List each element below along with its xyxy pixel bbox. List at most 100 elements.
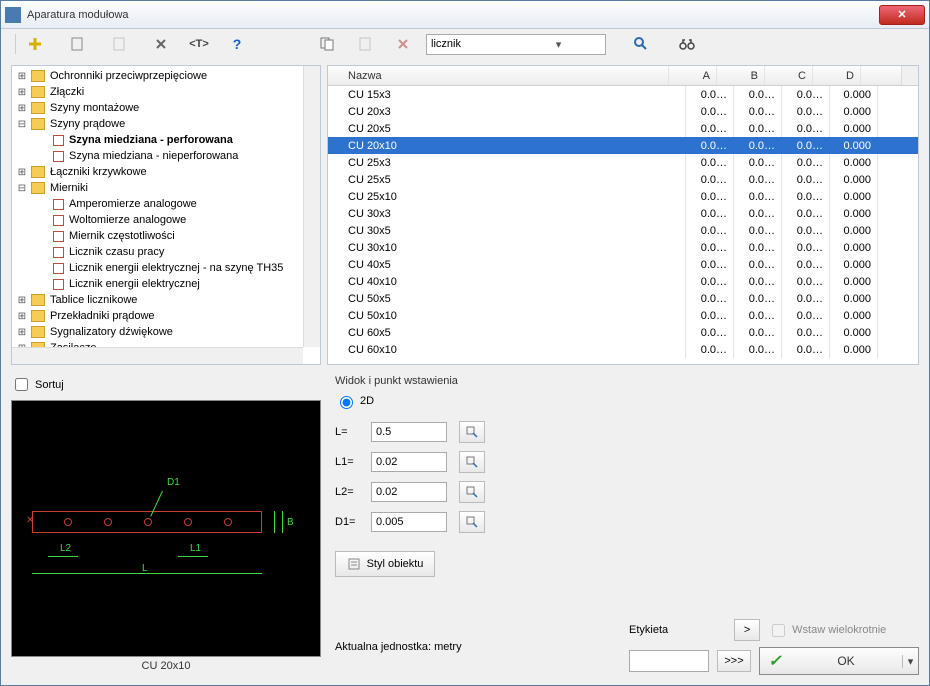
tree-item[interactable]: Woltomierze analogowe xyxy=(12,212,320,228)
tree-scroll-v[interactable] xyxy=(303,66,320,347)
sort-checkbox[interactable] xyxy=(15,378,28,391)
ok-button[interactable]: ✓ OK ▾ xyxy=(759,647,919,675)
add-icon[interactable] xyxy=(24,33,46,55)
tools-icon[interactable] xyxy=(150,33,172,55)
text-icon[interactable]: <T> xyxy=(188,33,210,55)
tree-scroll-h[interactable] xyxy=(12,347,303,364)
tree-item[interactable]: ⊞Złączki xyxy=(12,84,320,100)
table-row[interactable]: CU 30x100.0…0.0…0.0…0.000 xyxy=(328,239,918,256)
col-d[interactable]: D xyxy=(813,66,861,85)
col-c[interactable]: C xyxy=(765,66,813,85)
col-b[interactable]: B xyxy=(717,66,765,85)
param-L1-input[interactable] xyxy=(371,452,447,472)
table-row[interactable]: CU 40x100.0…0.0…0.0…0.000 xyxy=(328,273,918,290)
doc2-icon[interactable] xyxy=(108,33,130,55)
col-a[interactable]: A xyxy=(669,66,717,85)
close-button[interactable]: ✕ xyxy=(879,5,925,25)
param-L1-pick[interactable] xyxy=(459,451,485,473)
param-D1-input[interactable] xyxy=(371,512,447,532)
table-row[interactable]: CU 50x50.0…0.0…0.0…0.000 xyxy=(328,290,918,307)
expand-icon[interactable]: ⊞ xyxy=(16,71,28,82)
expand-icon[interactable]: ⊞ xyxy=(16,87,28,98)
etykieta-expand-button[interactable]: > xyxy=(734,619,760,641)
expand-icon[interactable]: ⊞ xyxy=(16,103,28,114)
search-icon[interactable] xyxy=(630,33,652,55)
etykieta-more-button[interactable]: >>> xyxy=(717,650,751,672)
table-row[interactable]: CU 25x30.0…0.0…0.0…0.000 xyxy=(328,154,918,171)
table-row[interactable]: CU 25x50.0…0.0…0.0…0.000 xyxy=(328,171,918,188)
table-row[interactable]: CU 15x30.0…0.0…0.0…0.000 xyxy=(328,86,918,103)
tree-item[interactable]: ⊞Łączniki krzywkowe xyxy=(12,164,320,180)
mode-2d-radio[interactable] xyxy=(340,396,353,409)
param-D1-pick[interactable] xyxy=(459,511,485,533)
tree-item[interactable]: ⊟Szyny prądowe xyxy=(12,116,320,132)
table-row[interactable]: CU 60x50.0…0.0…0.0…0.000 xyxy=(328,324,918,341)
tree-item[interactable]: Amperomierze analogowe xyxy=(12,196,320,212)
table-row[interactable]: CU 20x100.0…0.0…0.0…0.000 xyxy=(328,137,918,154)
table-row[interactable]: CU 25x100.0…0.0…0.0…0.000 xyxy=(328,188,918,205)
table-row[interactable]: CU 50x100.0…0.0…0.0…0.000 xyxy=(328,307,918,324)
collapse-icon[interactable]: ⊟ xyxy=(16,119,28,130)
tree-item[interactable]: ⊞Ochronniki przeciwprzepięciowe xyxy=(12,68,320,84)
doc1-icon[interactable] xyxy=(66,33,88,55)
styl-obiektu-button[interactable]: Styl obiektu xyxy=(335,551,435,577)
collapse-icon[interactable]: ⊟ xyxy=(16,183,28,194)
cell-a: 0.0… xyxy=(686,307,734,324)
col-name[interactable]: Nazwa xyxy=(328,66,669,85)
etykieta-input[interactable] xyxy=(629,650,709,672)
binoculars-icon[interactable] xyxy=(676,33,698,55)
copy-icon[interactable] xyxy=(316,33,338,55)
help-icon[interactable]: ? xyxy=(226,33,248,55)
cell-b: 0.0… xyxy=(734,239,782,256)
document-icon xyxy=(53,263,64,274)
document-icon xyxy=(53,151,64,162)
tree-item[interactable]: ⊟Mierniki xyxy=(12,180,320,196)
tree-item[interactable]: ⊞Tablice licznikowe xyxy=(12,292,320,308)
cell-name: CU 30x3 xyxy=(328,205,686,222)
cell-c: 0.0… xyxy=(782,188,830,205)
table-scroll-up[interactable] xyxy=(901,66,918,85)
table-row[interactable]: CU 20x30.0…0.0…0.0…0.000 xyxy=(328,103,918,120)
tree-item[interactable]: ⊞ Przekładniki prądowe xyxy=(12,308,320,324)
expand-icon[interactable]: ⊞ xyxy=(16,295,28,306)
document-icon xyxy=(53,279,64,290)
param-L-pick[interactable] xyxy=(459,421,485,443)
tree-item[interactable]: Licznik energii elektrycznej xyxy=(12,276,320,292)
cell-d: 0.000 xyxy=(830,188,878,205)
table-row[interactable]: CU 20x50.0…0.0…0.0…0.000 xyxy=(328,120,918,137)
param-L-input[interactable] xyxy=(371,422,447,442)
expand-icon[interactable]: ⊞ xyxy=(16,327,28,338)
dropdown-icon[interactable]: ▾ xyxy=(516,38,601,51)
expand-icon[interactable]: ⊞ xyxy=(16,167,28,178)
cell-c: 0.0… xyxy=(782,273,830,290)
tree-item[interactable]: Miernik częstotliwości xyxy=(12,228,320,244)
tree-item-label: Szyna miedziana - perforowana xyxy=(67,134,235,146)
param-L1-label: L1= xyxy=(335,456,371,468)
doc3-icon[interactable] xyxy=(354,33,376,55)
cell-name: CU 20x5 xyxy=(328,120,686,137)
table-row[interactable]: CU 30x50.0…0.0…0.0…0.000 xyxy=(328,222,918,239)
wstaw-checkbox[interactable] xyxy=(772,624,785,637)
param-L2-pick[interactable] xyxy=(459,481,485,503)
category-tree[interactable]: ⊞Ochronniki przeciwprzepięciowe⊞Złączki⊞… xyxy=(11,65,321,365)
table-row[interactable]: CU 40x50.0…0.0…0.0…0.000 xyxy=(328,256,918,273)
parts-table[interactable]: Nazwa A B C D CU 15x30.0…0.0…0.0…0.000CU… xyxy=(327,65,919,365)
section-widok: Widok i punkt wstawienia xyxy=(335,375,919,387)
ok-dropdown-icon[interactable]: ▾ xyxy=(902,655,918,668)
tree-item[interactable]: Szyna miedziana - nieperforowana xyxy=(12,148,320,164)
expand-icon[interactable]: ⊞ xyxy=(16,311,28,322)
tree-item[interactable]: ⊞Szyny montażowe xyxy=(12,100,320,116)
tree-item[interactable]: Szyna miedziana - perforowana xyxy=(12,132,320,148)
tree-item[interactable]: Licznik czasu pracy xyxy=(12,244,320,260)
tree-item[interactable]: ⊞Sygnalizatory dźwiękowe xyxy=(12,324,320,340)
param-L2-input[interactable] xyxy=(371,482,447,502)
tree-item-label: Przekładniki prądowe xyxy=(48,310,157,322)
cell-a: 0.0… xyxy=(686,154,734,171)
delete-icon[interactable] xyxy=(392,33,414,55)
table-row[interactable]: CU 60x100.0…0.0…0.0…0.000 xyxy=(328,341,918,358)
cell-name: CU 25x10 xyxy=(328,188,686,205)
tree-item[interactable]: Licznik energii elektrycznej - na szynę … xyxy=(12,260,320,276)
search-input[interactable]: licznik ▾ xyxy=(426,34,606,55)
folder-icon xyxy=(31,294,45,306)
table-row[interactable]: CU 30x30.0…0.0…0.0…0.000 xyxy=(328,205,918,222)
